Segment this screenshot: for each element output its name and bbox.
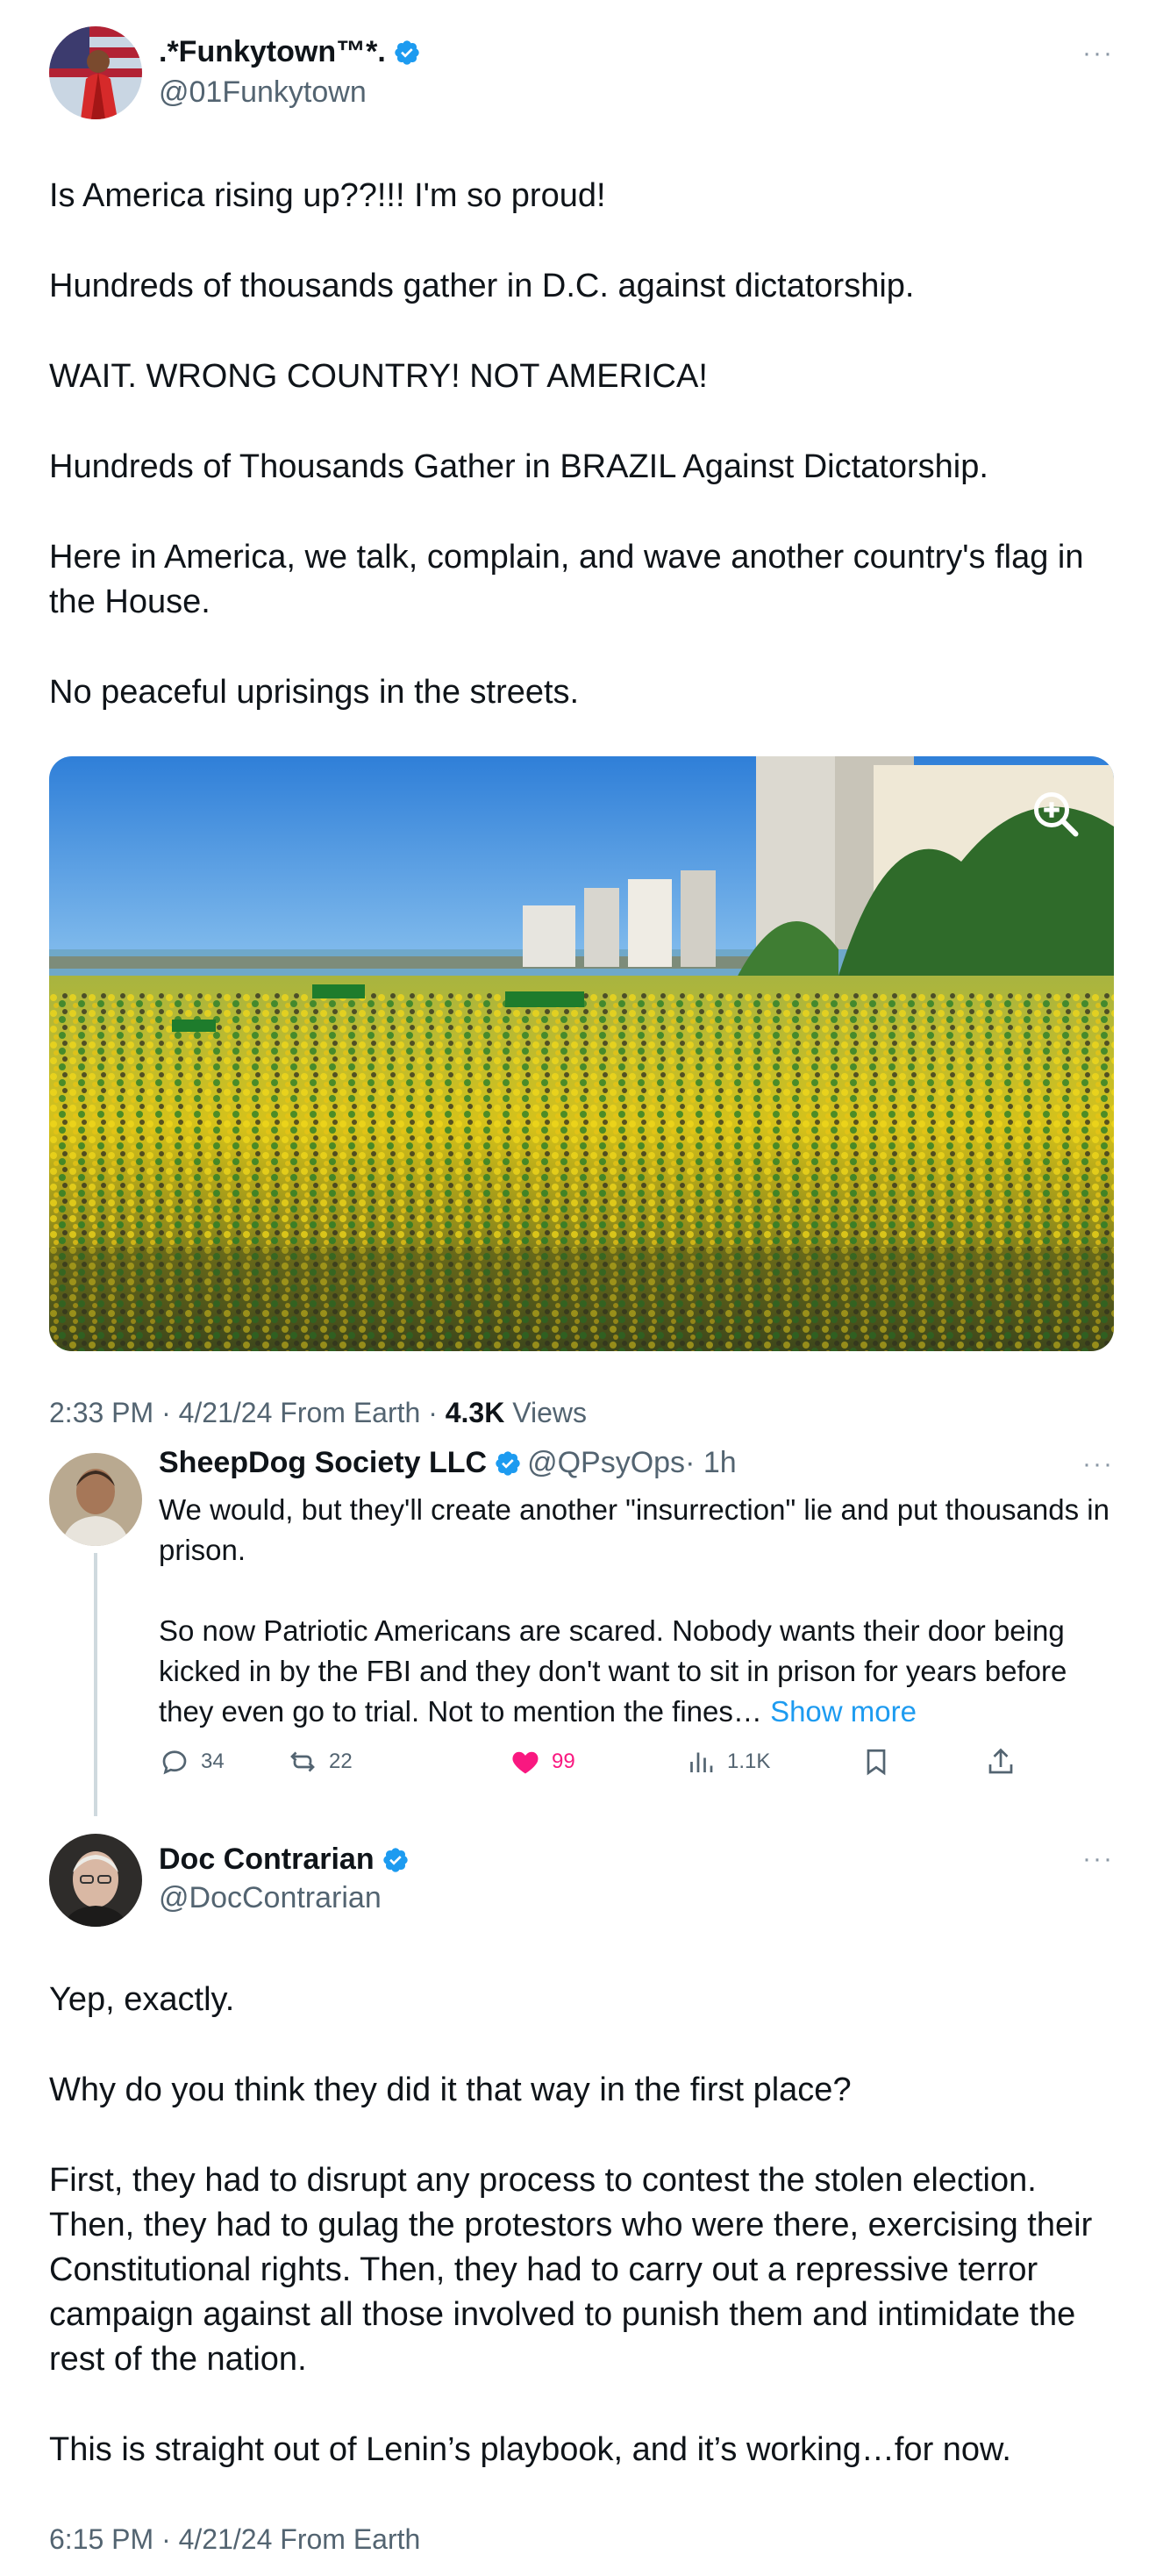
reply-text: We would, but they'll create another "in… — [159, 1490, 1124, 1732]
doc-contrarian-name-row: Doc Contrarian — [159, 1843, 410, 1877]
post-paragraph: Yep, exactly. — [49, 1981, 235, 2018]
reply-paragraph: We would, but they'll create another "in… — [159, 1493, 1109, 1566]
views-count: 4.3K — [445, 1397, 505, 1428]
reply-button[interactable]: 34 — [159, 1746, 225, 1778]
reply-header: SheepDog Society LLC @QPsyOps · 1h — [159, 1446, 737, 1480]
views-label: Views — [504, 1397, 587, 1428]
bookmark-button[interactable] — [860, 1746, 903, 1778]
main-post-text: Is America rising up??!!! I'm so proud! … — [49, 174, 1119, 715]
thread-connector-line — [94, 1553, 97, 1816]
funkytown-avatar[interactable] — [49, 26, 142, 119]
more-options-icon[interactable]: ··· — [1082, 1449, 1114, 1479]
reply-icon — [162, 1750, 187, 1775]
post-paragraph: Here in America, we talk, complain, and … — [49, 539, 1084, 620]
post-paragraph: Why do you think they did it that way in… — [49, 2072, 852, 2108]
doc-contrarian-display-name[interactable]: Doc Contrarian — [159, 1843, 375, 1877]
repost-icon — [290, 1751, 315, 1772]
doc-contrarian-avatar[interactable] — [49, 1834, 142, 1927]
funkytown-name-row: .*Funkytown™*. — [159, 35, 421, 69]
repost-count: 22 — [329, 1750, 353, 1773]
post-paragraph: Hundreds of Thousands Gather in BRAZIL A… — [49, 448, 988, 485]
funkytown-handle[interactable]: @01Funkytown — [159, 75, 367, 110]
protest-crowd-photo[interactable] — [49, 756, 1114, 1351]
post-paragraph: Hundreds of thousands gather in D.C. aga… — [49, 268, 915, 304]
share-button[interactable] — [985, 1746, 1027, 1778]
show-more-link[interactable]: Show more — [770, 1695, 917, 1728]
sheepdog-avatar[interactable] — [49, 1453, 142, 1546]
zoom-icon[interactable] — [1030, 788, 1082, 841]
verified-badge-icon — [382, 1847, 408, 1872]
post-paragraph: Is America rising up??!!! I'm so proud! — [49, 177, 606, 214]
repost-button[interactable]: 22 — [287, 1746, 353, 1778]
post-paragraph: First, they had to disrupt any process t… — [49, 2162, 1093, 2378]
post-paragraph: This is straight out of Lenin’s playbook… — [49, 2431, 1011, 2468]
like-button[interactable]: 99 — [510, 1746, 575, 1778]
like-icon — [512, 1751, 539, 1774]
more-options-icon[interactable]: ··· — [1082, 39, 1114, 68]
main-post-meta: 2:33 PM · 4/21/24 From Earth · 4.3K View… — [49, 1397, 587, 1429]
more-options-icon[interactable]: ··· — [1082, 1844, 1114, 1874]
bookmark-icon — [867, 1749, 886, 1776]
reply-count: 34 — [201, 1750, 225, 1773]
doc-contrarian-handle[interactable]: @DocContrarian — [159, 1881, 382, 1915]
like-count: 99 — [552, 1750, 575, 1773]
doc-contrarian-post-meta: 6:15 PM · 4/21/24 From Earth — [49, 2523, 420, 2556]
verified-badge-icon — [496, 1450, 520, 1476]
verified-badge-icon — [395, 39, 419, 65]
sheepdog-handle[interactable]: @QPsyOps — [527, 1446, 685, 1480]
share-icon — [988, 1748, 1013, 1774]
post-paragraph: WAIT. WRONG COUNTRY! NOT AMERICA! — [49, 358, 708, 395]
views-icon — [690, 1752, 713, 1772]
post-timestamp[interactable]: 6:15 PM · 4/21/24 From Earth — [49, 2523, 420, 2555]
funkytown-display-name[interactable]: .*Funkytown™*. — [159, 35, 386, 69]
views-button[interactable]: 1.1K — [685, 1746, 770, 1778]
reply-action-bar: 34 22 99 1.1K — [159, 1746, 1027, 1785]
reply-paragraph: So now Patriotic Americans are scared. N… — [159, 1614, 1067, 1728]
sheepdog-display-name[interactable]: SheepDog Society LLC — [159, 1446, 487, 1480]
post-paragraph: No peaceful uprisings in the streets. — [49, 674, 580, 711]
views-count: 1.1K — [727, 1750, 771, 1773]
post-timestamp[interactable]: 2:33 PM · 4/21/24 From Earth · — [49, 1397, 446, 1428]
reply-age: · 1h — [685, 1446, 737, 1479]
doc-contrarian-post-text: Yep, exactly. Why do you think they did … — [49, 1978, 1119, 2472]
